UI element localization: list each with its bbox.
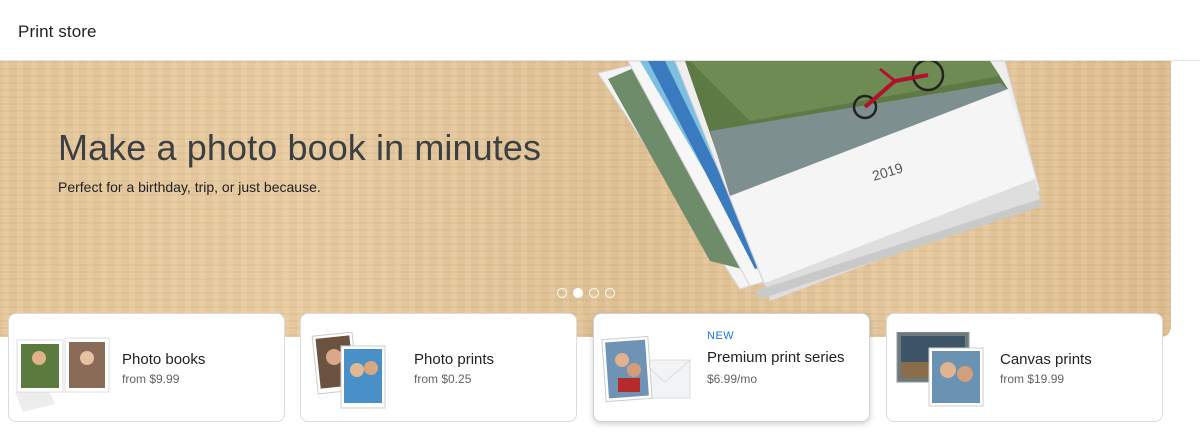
photo-books-thumbnail — [15, 337, 110, 412]
product-name: Photo prints — [414, 351, 495, 368]
carousel-indicators — [557, 288, 615, 298]
product-card-photo-books[interactable]: Photo books from $9.99 — [8, 313, 285, 422]
product-card-canvas-prints[interactable]: Canvas prints from $19.99 — [886, 313, 1163, 422]
product-card-premium-print-series[interactable]: NEW Premium print series $6.99/mo — [593, 313, 870, 422]
carousel-dot-active[interactable] — [573, 288, 583, 298]
canvas-prints-thumbnail — [896, 332, 984, 407]
hero-headline: Make a photo book in minutes — [58, 127, 542, 168]
product-price: from $0.25 — [414, 372, 472, 386]
hero-banner[interactable]: Make a photo book in minutes Perfect for… — [0, 61, 1171, 337]
photo-prints-thumbnail — [311, 332, 386, 409]
top-app-bar: Print store — [0, 0, 1200, 61]
photo-book-image: 2019 — [597, 61, 1042, 301]
product-card-photo-prints[interactable]: Photo prints from $0.25 — [300, 313, 577, 422]
product-name: Canvas prints — [1000, 351, 1092, 368]
product-price: from $9.99 — [122, 372, 180, 386]
product-name: Photo books — [122, 351, 206, 368]
hero-subline: Perfect for a birthday, trip, or just be… — [58, 179, 321, 195]
carousel-dot[interactable] — [557, 288, 567, 298]
new-badge: NEW — [707, 330, 735, 342]
product-price: $6.99/mo — [707, 372, 758, 386]
product-price: from $19.99 — [1000, 372, 1065, 386]
page-title: Print store — [18, 22, 97, 41]
premium-prints-thumbnail — [601, 335, 691, 403]
product-card-row: Photo books from $9.99 Photo prints from… — [8, 313, 1168, 423]
carousel-dot[interactable] — [605, 288, 615, 298]
banner-edge — [1172, 61, 1200, 337]
product-name: Premium print series — [707, 349, 845, 366]
carousel-dot[interactable] — [589, 288, 599, 298]
